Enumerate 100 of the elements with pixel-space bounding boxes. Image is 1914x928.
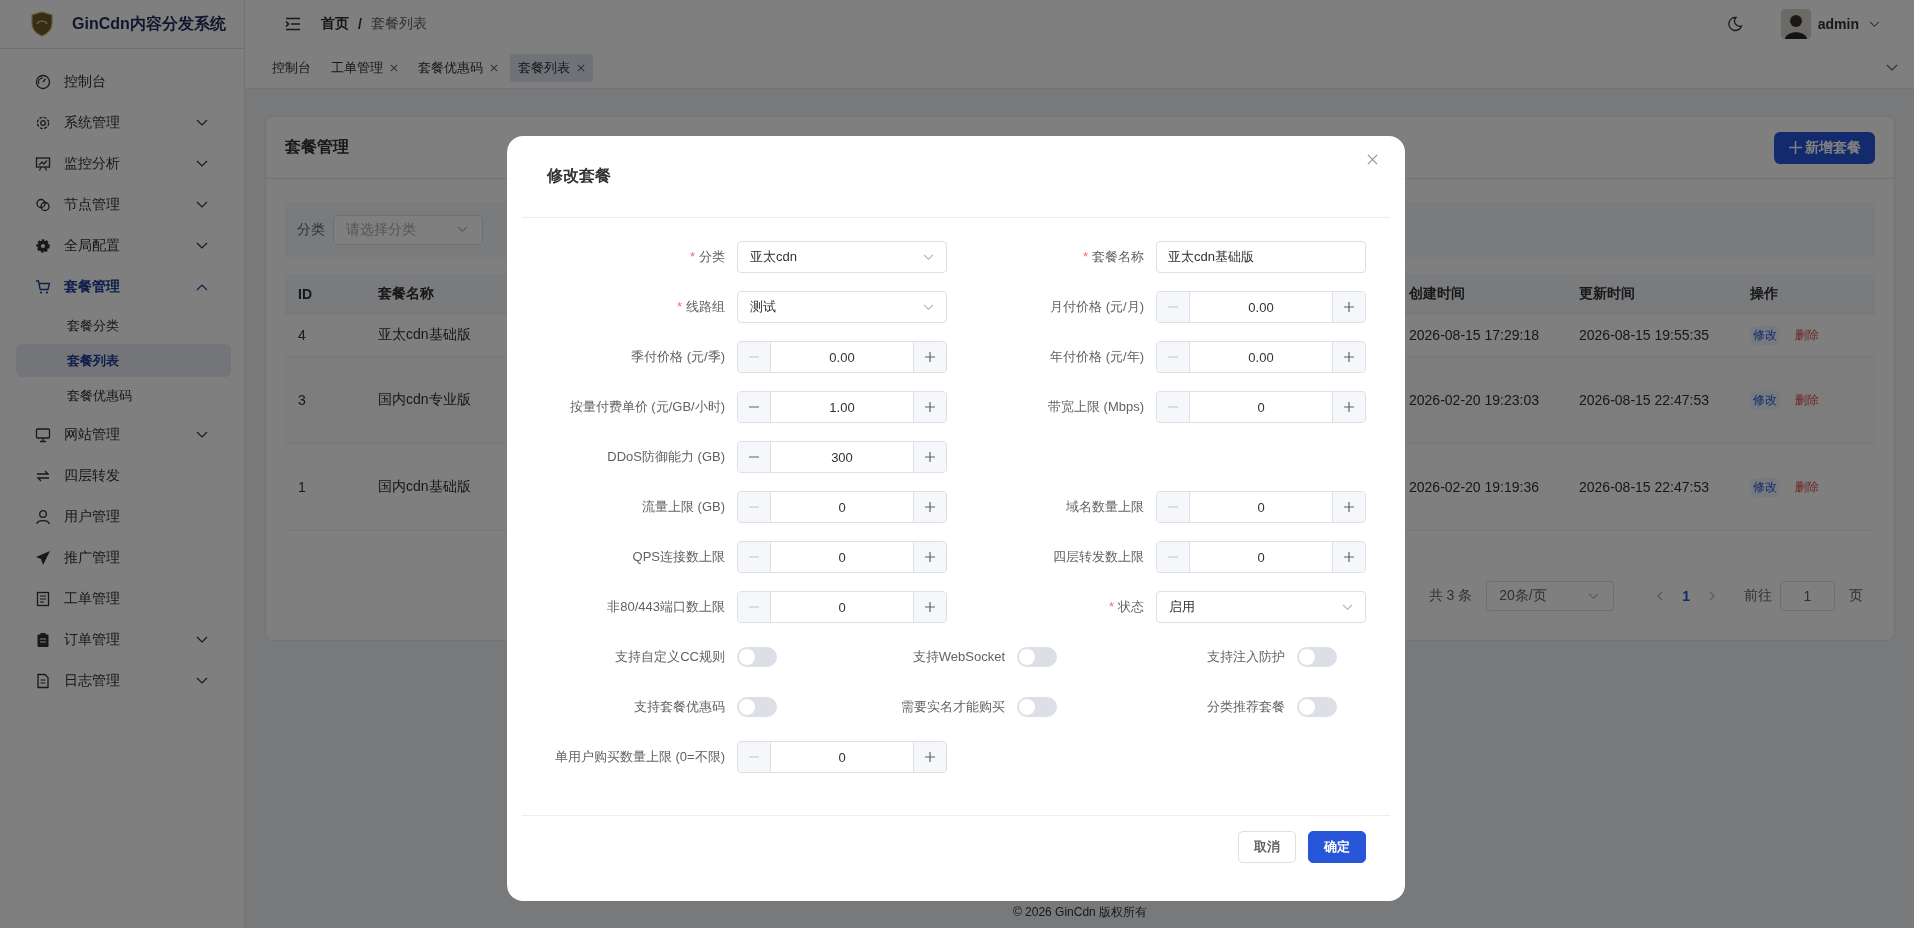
previous-page-icon[interactable] — [1656, 591, 1664, 601]
menu-item[interactable]: 工单管理 — [0, 578, 244, 619]
chevron-down-icon[interactable] — [196, 118, 208, 127]
increase-button[interactable] — [1333, 392, 1365, 422]
menu-item[interactable]: 用户管理 — [0, 496, 244, 537]
increase-button[interactable] — [914, 592, 946, 622]
menu-icon[interactable] — [285, 17, 301, 31]
toggle-switch[interactable] — [1017, 647, 1057, 667]
select-field[interactable]: 启用 — [1156, 591, 1366, 623]
chevron-down-icon[interactable] — [1886, 64, 1898, 72]
increase-button[interactable] — [1333, 492, 1365, 522]
add-package-button[interactable]: 新增套餐 — [1774, 131, 1875, 164]
menu-item[interactable]: 节点管理 — [0, 184, 244, 225]
menu-item[interactable]: 订单管理 — [0, 619, 244, 660]
menu-item[interactable]: 推广管理 — [0, 537, 244, 578]
increase-button[interactable] — [914, 492, 946, 522]
number-stepper[interactable]: 0 — [1156, 491, 1366, 523]
delete-link[interactable]: 删除 — [1792, 325, 1822, 345]
increase-button[interactable] — [914, 742, 946, 772]
menu-item[interactable]: 控制台 — [0, 61, 244, 102]
toggle-switch[interactable] — [737, 697, 777, 717]
edit-link[interactable]: 修改 — [1750, 390, 1780, 410]
toggle-switch[interactable] — [1297, 647, 1337, 667]
chevron-up-icon[interactable] — [196, 282, 208, 291]
input-field[interactable]: 0 — [770, 592, 914, 622]
submenu-item[interactable]: 套餐列表 — [16, 344, 231, 377]
increase-button[interactable] — [1333, 342, 1365, 372]
page-tab[interactable]: 套餐优惠码 — [410, 54, 506, 82]
increase-button[interactable] — [914, 542, 946, 572]
input-field[interactable]: 0.00 — [1189, 292, 1333, 322]
confirm-button[interactable]: 确定 — [1308, 831, 1366, 863]
input-field[interactable]: 0 — [1189, 542, 1333, 572]
menu-item[interactable]: 网站管理 — [0, 414, 244, 455]
edit-link[interactable]: 修改 — [1750, 325, 1780, 345]
page-tab[interactable]: 工单管理 — [323, 54, 406, 82]
increase-button[interactable] — [914, 442, 946, 472]
select-field[interactable]: 测试 — [737, 291, 947, 323]
input-field[interactable]: 0 — [1189, 492, 1333, 522]
submenu-item[interactable]: 套餐分类 — [16, 309, 231, 342]
menu-item[interactable]: 套餐管理 — [0, 266, 244, 307]
input-field[interactable]: 0.00 — [1189, 342, 1333, 372]
input-field[interactable]: 0.00 — [770, 342, 914, 372]
number-stepper[interactable]: 0.00 — [1156, 341, 1366, 373]
number-stepper[interactable]: 300 — [737, 441, 947, 473]
close-icon[interactable] — [1367, 154, 1378, 165]
user-name[interactable]: admin — [1817, 16, 1859, 32]
number-stepper[interactable]: 0 — [737, 741, 947, 773]
menu-item[interactable]: 四层转发 — [0, 455, 244, 496]
moon-icon[interactable] — [1726, 16, 1743, 32]
toggle-switch[interactable] — [737, 647, 777, 667]
menu-item[interactable]: 监控分析 — [0, 143, 244, 184]
close-icon[interactable] — [390, 64, 398, 72]
menu-item[interactable]: 日志管理 — [0, 660, 244, 701]
toggle-switch[interactable] — [1017, 697, 1057, 717]
number-stepper[interactable]: 0 — [1156, 391, 1366, 423]
page-tab[interactable]: 控制台 — [264, 54, 319, 82]
next-page-icon[interactable] — [1709, 591, 1716, 601]
number-stepper[interactable]: 0.00 — [1156, 291, 1366, 323]
number-stepper[interactable]: 0 — [1156, 541, 1366, 573]
input-field[interactable]: 0 — [770, 492, 914, 522]
input-field[interactable]: 1.00 — [770, 392, 914, 422]
number-stepper[interactable]: 0 — [737, 491, 947, 523]
text-field[interactable]: 亚太cdn基础版 — [1156, 241, 1366, 273]
page-tab[interactable]: 套餐列表 — [510, 54, 593, 82]
chevron-down-icon[interactable] — [196, 430, 208, 439]
close-icon[interactable] — [490, 64, 498, 72]
delete-link[interactable]: 删除 — [1792, 477, 1822, 497]
number-stepper[interactable]: 0 — [737, 591, 947, 623]
cancel-button[interactable]: 取消 — [1238, 831, 1296, 863]
close-icon[interactable] — [577, 64, 585, 72]
chevron-down-icon[interactable] — [196, 676, 208, 685]
input-field[interactable]: 300 — [770, 442, 914, 472]
input-field[interactable]: 0 — [770, 542, 914, 572]
edit-link[interactable]: 修改 — [1750, 477, 1780, 497]
increase-button[interactable] — [1333, 542, 1365, 572]
menu-item[interactable]: 系统管理 — [0, 102, 244, 143]
increase-button[interactable] — [914, 342, 946, 372]
input-field[interactable]: 0 — [1189, 392, 1333, 422]
decrease-button[interactable] — [738, 442, 770, 472]
chevron-down-icon[interactable] — [196, 159, 208, 168]
toggle-switch[interactable] — [1297, 697, 1337, 717]
decrease-button[interactable] — [738, 392, 770, 422]
caret-icon[interactable] — [1869, 20, 1880, 28]
chevron-down-icon[interactable] — [196, 635, 208, 644]
select-field[interactable]: 亚太cdn — [737, 241, 947, 273]
page-input[interactable]: 1 — [1780, 581, 1835, 611]
breadcrumb-item[interactable]: 首页 — [321, 15, 349, 33]
number-stepper[interactable]: 0.00 — [737, 341, 947, 373]
page-number[interactable]: 1 — [1682, 588, 1690, 604]
menu-item[interactable]: 全局配置 — [0, 225, 244, 266]
chevron-down-icon[interactable] — [196, 241, 208, 250]
number-stepper[interactable]: 1.00 — [737, 391, 947, 423]
submenu-item[interactable]: 套餐优惠码 — [16, 379, 231, 412]
increase-button[interactable] — [1333, 292, 1365, 322]
delete-link[interactable]: 删除 — [1792, 390, 1822, 410]
chevron-down-icon[interactable] — [196, 200, 208, 209]
increase-button[interactable] — [914, 392, 946, 422]
input-field[interactable]: 0 — [770, 742, 914, 772]
number-stepper[interactable]: 0 — [737, 541, 947, 573]
page-size-select[interactable]: 20条/页 — [1486, 581, 1615, 611]
